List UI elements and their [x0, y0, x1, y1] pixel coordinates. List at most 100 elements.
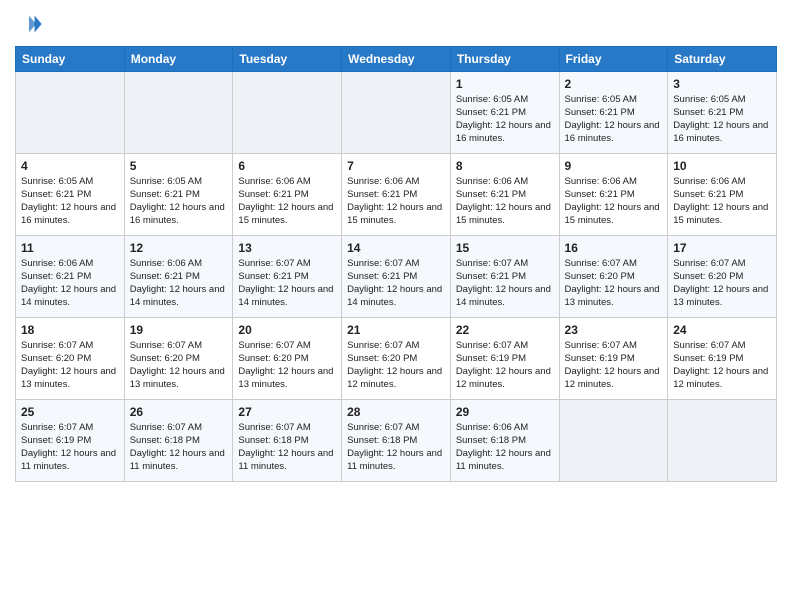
day-info: Sunrise: 6:07 AM Sunset: 6:21 PM Dayligh…: [238, 258, 336, 309]
calendar-table: SundayMondayTuesdayWednesdayThursdayFrid…: [15, 46, 777, 482]
calendar-week-3: 18 Sunrise: 6:07 AM Sunset: 6:20 PM Dayli…: [16, 318, 777, 400]
calendar-cell: [342, 72, 451, 154]
col-header-friday: Friday: [559, 47, 668, 72]
day-info: Sunrise: 6:07 AM Sunset: 6:20 PM Dayligh…: [565, 258, 663, 309]
day-number: 16: [565, 240, 663, 256]
day-number: 27: [238, 404, 336, 420]
day-info: Sunrise: 6:07 AM Sunset: 6:21 PM Dayligh…: [347, 258, 445, 309]
calendar-cell: 10Sunrise: 6:06 AM Sunset: 6:21 PM Dayli…: [668, 154, 777, 236]
calendar-cell: 15 Sunrise: 6:07 AM Sunset: 6:21 PM Dayli…: [450, 236, 559, 318]
col-header-tuesday: Tuesday: [233, 47, 342, 72]
calendar-cell: 11 Sunrise: 6:06 AM Sunset: 6:21 PM Dayli…: [16, 236, 125, 318]
day-number: 25: [21, 404, 119, 420]
day-number: 13: [238, 240, 336, 256]
calendar-cell: 14 Sunrise: 6:07 AM Sunset: 6:21 PM Dayli…: [342, 236, 451, 318]
day-number: 12: [130, 240, 228, 256]
calendar-cell: 8 Sunrise: 6:06 AM Sunset: 6:21 PM Daylig…: [450, 154, 559, 236]
col-header-saturday: Saturday: [668, 47, 777, 72]
calendar-cell: 22 Sunrise: 6:07 AM Sunset: 6:19 PM Dayli…: [450, 318, 559, 400]
day-info: Sunrise: 6:07 AM Sunset: 6:20 PM Dayligh…: [347, 340, 445, 391]
calendar-cell: 19 Sunrise: 6:07 AM Sunset: 6:20 PM Dayli…: [124, 318, 233, 400]
col-header-sunday: Sunday: [16, 47, 125, 72]
day-info: Sunrise: 6:07 AM Sunset: 6:18 PM Dayligh…: [347, 422, 445, 473]
calendar-cell: 5 Sunrise: 6:05 AM Sunset: 6:21 PM Daylig…: [124, 154, 233, 236]
day-info: Sunrise: 6:05 AM Sunset: 6:21 PM Dayligh…: [565, 94, 663, 145]
day-number: 6: [238, 158, 336, 174]
day-info: Sunrise: 6:07 AM Sunset: 6:18 PM Dayligh…: [238, 422, 336, 473]
calendar-cell: 28 Sunrise: 6:07 AM Sunset: 6:18 PM Dayli…: [342, 400, 451, 482]
day-info: Sunrise: 6:07 AM Sunset: 6:19 PM Dayligh…: [456, 340, 554, 391]
day-info: Sunrise: 6:07 AM Sunset: 6:19 PM Dayligh…: [565, 340, 663, 391]
day-info: Sunrise: 6:06 AM Sunset: 6:21 PM Dayligh…: [456, 176, 554, 227]
page: SundayMondayTuesdayWednesdayThursdayFrid…: [0, 0, 792, 612]
day-number: 3: [673, 76, 771, 92]
logo: [15, 10, 47, 38]
calendar-cell: 27 Sunrise: 6:07 AM Sunset: 6:18 PM Dayli…: [233, 400, 342, 482]
day-info: Sunrise: 6:07 AM Sunset: 6:18 PM Dayligh…: [130, 422, 228, 473]
calendar-cell: 13 Sunrise: 6:07 AM Sunset: 6:21 PM Dayli…: [233, 236, 342, 318]
calendar-cell: 26 Sunrise: 6:07 AM Sunset: 6:18 PM Dayli…: [124, 400, 233, 482]
calendar-cell: [124, 72, 233, 154]
calendar-cell: 7 Sunrise: 6:06 AM Sunset: 6:21 PM Daylig…: [342, 154, 451, 236]
day-info: Sunrise: 6:05 AM Sunset: 6:21 PM Dayligh…: [130, 176, 228, 227]
day-number: 28: [347, 404, 445, 420]
day-number: 26: [130, 404, 228, 420]
day-number: 4: [21, 158, 119, 174]
calendar-cell: 29 Sunrise: 6:06 AM Sunset: 6:18 PM Dayli…: [450, 400, 559, 482]
calendar-cell: 6 Sunrise: 6:06 AM Sunset: 6:21 PM Daylig…: [233, 154, 342, 236]
day-info: Sunrise: 6:06 AM Sunset: 6:21 PM Dayligh…: [130, 258, 228, 309]
day-number: 20: [238, 322, 336, 338]
calendar-cell: 25Sunrise: 6:07 AM Sunset: 6:19 PM Dayli…: [16, 400, 125, 482]
day-info: Sunrise: 6:06 AM Sunset: 6:21 PM Dayligh…: [238, 176, 336, 227]
day-number: 18: [21, 322, 119, 338]
day-info: Sunrise: 6:07 AM Sunset: 6:20 PM Dayligh…: [673, 258, 771, 309]
col-header-thursday: Thursday: [450, 47, 559, 72]
calendar-week-0: 1Sunrise: 6:05 AM Sunset: 6:21 PM Daylig…: [16, 72, 777, 154]
header: [15, 10, 777, 38]
calendar-cell: 18Sunrise: 6:07 AM Sunset: 6:20 PM Dayli…: [16, 318, 125, 400]
col-header-monday: Monday: [124, 47, 233, 72]
day-number: 29: [456, 404, 554, 420]
day-number: 14: [347, 240, 445, 256]
calendar-cell: 17 Sunrise: 6:07 AM Sunset: 6:20 PM Dayli…: [668, 236, 777, 318]
calendar-cell: 20 Sunrise: 6:07 AM Sunset: 6:20 PM Dayli…: [233, 318, 342, 400]
day-info: Sunrise: 6:06 AM Sunset: 6:18 PM Dayligh…: [456, 422, 554, 473]
calendar-cell: 24Sunrise: 6:07 AM Sunset: 6:19 PM Dayli…: [668, 318, 777, 400]
calendar-cell: [559, 400, 668, 482]
col-header-wednesday: Wednesday: [342, 47, 451, 72]
day-number: 7: [347, 158, 445, 174]
day-info: Sunrise: 6:06 AM Sunset: 6:21 PM Dayligh…: [347, 176, 445, 227]
calendar-week-4: 25Sunrise: 6:07 AM Sunset: 6:19 PM Dayli…: [16, 400, 777, 482]
day-info: Sunrise: 6:05 AM Sunset: 6:21 PM Dayligh…: [21, 176, 119, 227]
calendar-cell: 2Sunrise: 6:05 AM Sunset: 6:21 PM Daylig…: [559, 72, 668, 154]
calendar-cell: [668, 400, 777, 482]
calendar-cell: 12 Sunrise: 6:06 AM Sunset: 6:21 PM Dayli…: [124, 236, 233, 318]
day-number: 10: [673, 158, 771, 174]
calendar-cell: 23 Sunrise: 6:07 AM Sunset: 6:19 PM Dayli…: [559, 318, 668, 400]
day-info: Sunrise: 6:07 AM Sunset: 6:20 PM Dayligh…: [238, 340, 336, 391]
day-number: 17: [673, 240, 771, 256]
day-number: 8: [456, 158, 554, 174]
day-number: 22: [456, 322, 554, 338]
day-number: 5: [130, 158, 228, 174]
calendar-cell: 1Sunrise: 6:05 AM Sunset: 6:21 PM Daylig…: [450, 72, 559, 154]
calendar-cell: [16, 72, 125, 154]
calendar-week-1: 4 Sunrise: 6:05 AM Sunset: 6:21 PM Daylig…: [16, 154, 777, 236]
day-number: 21: [347, 322, 445, 338]
day-number: 9: [565, 158, 663, 174]
calendar-cell: 4 Sunrise: 6:05 AM Sunset: 6:21 PM Daylig…: [16, 154, 125, 236]
day-info: Sunrise: 6:07 AM Sunset: 6:20 PM Dayligh…: [130, 340, 228, 391]
calendar-cell: 16 Sunrise: 6:07 AM Sunset: 6:20 PM Dayli…: [559, 236, 668, 318]
logo-icon: [15, 10, 43, 38]
calendar-cell: 21 Sunrise: 6:07 AM Sunset: 6:20 PM Dayli…: [342, 318, 451, 400]
day-number: 11: [21, 240, 119, 256]
day-number: 19: [130, 322, 228, 338]
calendar-cell: 9Sunrise: 6:06 AM Sunset: 6:21 PM Daylig…: [559, 154, 668, 236]
day-info: Sunrise: 6:06 AM Sunset: 6:21 PM Dayligh…: [21, 258, 119, 309]
day-info: Sunrise: 6:07 AM Sunset: 6:21 PM Dayligh…: [456, 258, 554, 309]
calendar-week-2: 11 Sunrise: 6:06 AM Sunset: 6:21 PM Dayli…: [16, 236, 777, 318]
day-number: 23: [565, 322, 663, 338]
calendar-cell: [233, 72, 342, 154]
day-number: 24: [673, 322, 771, 338]
day-number: 15: [456, 240, 554, 256]
